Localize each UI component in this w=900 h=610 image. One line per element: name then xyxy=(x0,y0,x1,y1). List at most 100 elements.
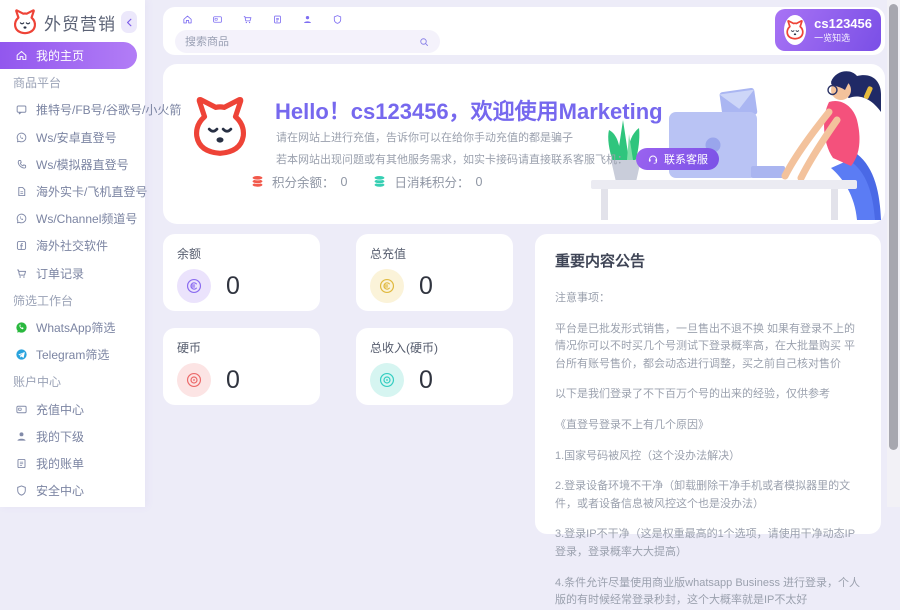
sidebar-item-twitter-fb-google[interactable]: 推特号/FB号/谷歌号/小火箭 xyxy=(0,96,145,123)
sidebar-item-label: 充值中心 xyxy=(36,401,84,418)
card-label: 总充值 xyxy=(370,245,499,262)
user-badge[interactable]: cs123456 一览知选 xyxy=(775,9,881,51)
announcement-paragraph: 注意事项： xyxy=(555,290,861,308)
card-value: 0 xyxy=(226,366,240,395)
points-balance-value: 0 xyxy=(341,175,348,189)
announcement-paragraph: 2.登录设备环境不干净（卸载删除干净手机或者模拟器里的文件，或者设备信息被风控这… xyxy=(555,478,861,513)
cat-avatar-icon xyxy=(784,19,806,41)
sidebar-section-account-center: 账户中心 xyxy=(0,368,145,395)
shield-icon xyxy=(15,484,28,497)
total-recharge-card: 总充值 0 xyxy=(356,234,513,311)
bank-card-icon xyxy=(15,403,28,416)
whatsapp-green-icon xyxy=(15,321,28,334)
points-balance-stat: 积分余额： 0 xyxy=(249,172,347,191)
sidebar-item-label: 推特号/FB号/谷歌号/小火箭 xyxy=(36,101,181,118)
hero-cat-logo-icon xyxy=(187,94,253,160)
sim-card-icon xyxy=(15,185,28,198)
coins-card: 硬币 0 xyxy=(163,328,320,405)
headset-icon xyxy=(647,153,659,165)
brand-cat-logo-icon xyxy=(11,8,39,36)
stat-cards: 余额 0 总充值 0 硬币 0 总收入(硬币) 0 xyxy=(163,234,513,405)
telegram-blue-icon xyxy=(15,348,28,361)
sidebar-item-overseas-social[interactable]: 海外社交软件 xyxy=(0,232,145,259)
chat-icon xyxy=(15,103,28,116)
sidebar-item-label: Ws/安卓直登号 xyxy=(36,129,117,146)
daily-points-stat: 日消耗积分： 0 xyxy=(371,172,482,191)
sidebar-item-label: 海外社交软件 xyxy=(36,237,108,254)
topnav-home-icon[interactable] xyxy=(182,14,193,25)
hero-subtitle-2: 若本网站出现问题或有其他服务需求，如实卡接码请直接联系客服飞机： xyxy=(276,151,628,167)
hero-stats: 积分余额： 0 日消耗积分： 0 xyxy=(249,172,482,191)
sidebar-collapse-button[interactable] xyxy=(121,11,137,33)
sidebar-item-ws-android[interactable]: Ws/安卓直登号 xyxy=(0,124,145,151)
daily-points-label: 日消耗积分： xyxy=(394,172,469,191)
user-tagline: 一览知选 xyxy=(814,33,872,44)
sidebar-item-overseas-sim[interactable]: 海外实卡/飞机直登号 xyxy=(0,178,145,205)
chevron-left-icon xyxy=(123,16,136,29)
sidebar-item-label: 安全中心 xyxy=(36,482,84,499)
user-icon xyxy=(15,430,28,443)
announcement-paragraph: 3.登录IP不干净（这是权重最高的1个选项，请使用干净动态IP登录，登录概率大大… xyxy=(555,526,861,561)
euro-coin-icon xyxy=(177,269,211,303)
sidebar-item-orders[interactable]: 订单记录 xyxy=(0,260,145,287)
card-value: 0 xyxy=(226,272,240,301)
contact-support-button[interactable]: 联系客服 xyxy=(636,148,719,170)
sidebar-item-ws-emulator[interactable]: Ws/模拟器直登号 xyxy=(0,151,145,178)
sidebar-item-whatsapp-filter[interactable]: WhatsApp筛选 xyxy=(0,314,145,341)
announcement-paragraph: 《直登号登录不上有几个原因》 xyxy=(555,417,861,435)
hero-subtitle-1: 请在网站上进行充值，告诉你可以在给你手动充值的都是骗子 xyxy=(276,129,573,145)
sidebar-item-label: Ws/模拟器直登号 xyxy=(36,156,129,173)
hero-subtitle-2-row: 若本网站出现问题或有其他服务需求，如实卡接码请直接联系客服飞机： 联系客服 xyxy=(276,148,719,170)
balance-card: 余额 0 xyxy=(163,234,320,311)
coins-teal-icon xyxy=(371,173,388,190)
points-balance-label: 积分余额： xyxy=(272,172,335,191)
whatsapp-icon xyxy=(15,131,28,144)
page-scrollbar[interactable] xyxy=(887,0,900,507)
topnav-bank-card-icon[interactable] xyxy=(212,14,223,25)
search-bar xyxy=(175,30,440,53)
announcement-paragraph: 以下是我们登录了不下百万个号的出来的经验，仅供参考 xyxy=(555,386,861,404)
announcement-panel: 重要内容公告 注意事项： 平台是已批发形式销售，一旦售出不退不换 如果有登录不上… xyxy=(535,234,881,534)
sidebar-item-home[interactable]: 我的主页 xyxy=(0,42,137,69)
topnav-cart-icon[interactable] xyxy=(242,14,253,25)
sidebar-item-recharge-center[interactable]: 充值中心 xyxy=(0,395,145,422)
total-income-card: 总收入(硬币) 0 xyxy=(356,328,513,405)
sidebar-item-label: 我的主页 xyxy=(36,47,84,64)
topnav-shield-icon[interactable] xyxy=(332,14,343,25)
scrollbar-thumb[interactable] xyxy=(889,4,898,450)
home-icon xyxy=(15,49,28,62)
coin-target-icon xyxy=(370,363,404,397)
euro-coin-icon xyxy=(370,269,404,303)
announcement-title: 重要内容公告 xyxy=(555,250,861,271)
card-label: 总收入(硬币) xyxy=(370,339,499,356)
brand-title: 外贸营销 xyxy=(44,10,116,35)
avatar xyxy=(784,15,806,45)
sidebar-item-ws-channel[interactable]: Ws/Channel频道号 xyxy=(0,205,145,232)
announcement-paragraph: 1.国家号码被风控（这个没办法解决） xyxy=(555,448,861,466)
phone-icon xyxy=(15,158,28,171)
coin-target-icon xyxy=(177,363,211,397)
sidebar-item-label: Telegram筛选 xyxy=(36,346,109,363)
user-badge-texts: cs123456 一览知选 xyxy=(814,16,872,44)
sidebar-item-my-bills[interactable]: 我的账单 xyxy=(0,450,145,477)
search-input[interactable] xyxy=(185,36,418,48)
sidebar-item-telegram-filter[interactable]: Telegram筛选 xyxy=(0,341,145,368)
sidebar-item-security-center[interactable]: 安全中心 xyxy=(0,477,145,504)
search-icon[interactable] xyxy=(418,36,430,48)
sidebar-nav: 我的主页 商品平台 推特号/FB号/谷歌号/小火箭 Ws/安卓直登号 Ws/模拟… xyxy=(0,42,145,504)
topnav-bill-icon[interactable] xyxy=(272,14,283,25)
topnav-user-icon[interactable] xyxy=(302,14,313,25)
sidebar: 外贸营销 我的主页 商品平台 推特号/FB号/谷歌号/小火箭 Ws/安卓直登号 … xyxy=(0,0,145,507)
facebook-icon xyxy=(15,239,28,252)
sidebar-item-label: 订单记录 xyxy=(36,265,84,282)
hero-title: Hello！cs123456，欢迎使用Marketing xyxy=(275,94,663,126)
hero-illustration xyxy=(583,68,881,220)
sidebar-item-my-subordinates[interactable]: 我的下级 xyxy=(0,423,145,450)
announcement-paragraph: 4.条件允许尽量使用商业版whatsapp Business 进行登录，个人版的… xyxy=(555,575,861,610)
whatsapp-icon xyxy=(15,212,28,225)
sidebar-item-label: 海外实卡/飞机直登号 xyxy=(36,183,147,200)
sidebar-section-products: 商品平台 xyxy=(0,69,145,96)
card-label: 硬币 xyxy=(177,339,306,356)
coins-red-icon xyxy=(249,173,266,190)
card-label: 余额 xyxy=(177,245,306,262)
